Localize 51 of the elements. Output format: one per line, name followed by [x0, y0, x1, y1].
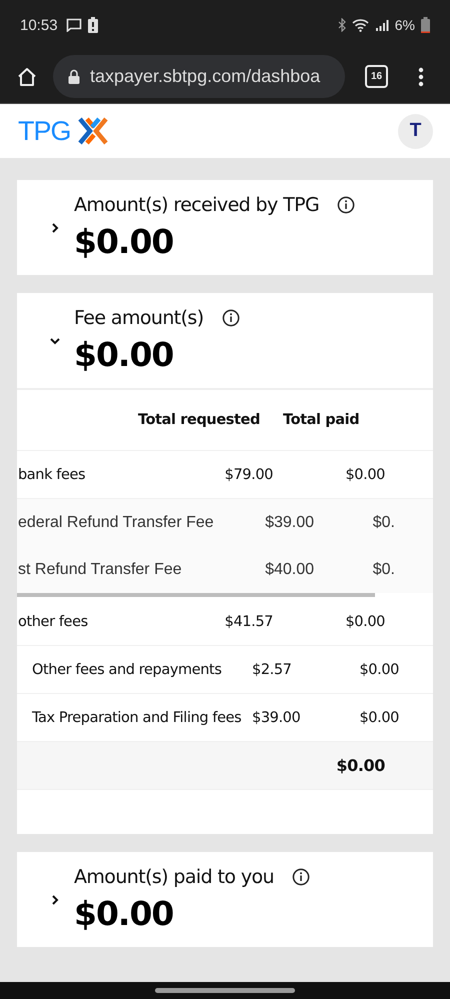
paid-cell-text: $0.00: [358, 662, 399, 678]
tab-count-button[interactable]: 16: [365, 65, 388, 88]
message-icon: [66, 18, 82, 32]
chevron-icon[interactable]: [50, 336, 60, 346]
requested-cell-text: $40.00: [264, 560, 314, 578]
battery-alert-icon: [88, 17, 98, 33]
chevron-icon[interactable]: [50, 894, 60, 904]
info-icon[interactable]: [337, 196, 356, 214]
battery-icon: [421, 17, 430, 33]
paid-cell-text: $0.00: [358, 710, 399, 726]
card-amount: $0.00: [74, 335, 174, 374]
requested-cell-text: $39.00: [264, 514, 314, 532]
requested-cell-text: $2.57: [252, 662, 293, 678]
fee-label: bank fees: [18, 466, 86, 482]
user-avatar[interactable]: T: [398, 114, 433, 148]
address-bar[interactable]: taxpayer.sbtpg.com/dashboa: [53, 55, 345, 98]
lock-icon: [68, 69, 80, 84]
requested-cell-text: $39.00: [252, 710, 302, 726]
horizontal-scrollbar[interactable]: [17, 593, 375, 597]
paid-cell-text: $0.: [372, 514, 395, 532]
info-icon[interactable]: [222, 309, 240, 327]
column-header: Total paid: [283, 412, 360, 428]
home-icon[interactable]: [17, 66, 37, 86]
url-text: taxpayer.sbtpg.com/dashboa: [90, 66, 320, 87]
fee-label: Tax Preparation and Filing fees: [32, 710, 242, 726]
wifi-icon: [352, 18, 369, 32]
card-title: Fee amount(s): [74, 307, 204, 329]
card-title: Amount(s) paid to you: [74, 866, 274, 888]
bluetooth-icon: [338, 18, 346, 32]
battery-percent: 6%: [394, 17, 415, 33]
logo-mark-icon: [76, 116, 109, 146]
fee-label: Other fees and repayments: [32, 662, 222, 678]
card-amount: $0.00: [74, 894, 174, 933]
signal-icon: [374, 18, 389, 32]
card-amount: $0.00: [74, 222, 174, 261]
paid-cell-text: $0.: [372, 560, 395, 578]
fee-label: other fees: [18, 614, 89, 630]
paid-cell-text: $0.00: [344, 466, 385, 482]
status-time: 10:53: [20, 16, 58, 34]
card-title: Amount(s) received by TPG: [74, 194, 320, 216]
requested-cell-text: $41.57: [224, 614, 273, 630]
fee-label: st Refund Transfer Fee: [18, 560, 183, 578]
requested-cell-text: $79.00: [224, 466, 273, 482]
fee-label: ederal Refund Transfer Fee: [18, 514, 215, 532]
menu-icon[interactable]: [418, 66, 424, 86]
chevron-icon[interactable]: [50, 222, 60, 232]
info-icon[interactable]: [292, 868, 310, 886]
paid-cell-text: $0.00: [344, 614, 385, 630]
logo-text: TPG: [18, 116, 71, 146]
paid-cell-text: $0.00: [335, 756, 385, 775]
column-header: Total requested: [138, 412, 261, 428]
